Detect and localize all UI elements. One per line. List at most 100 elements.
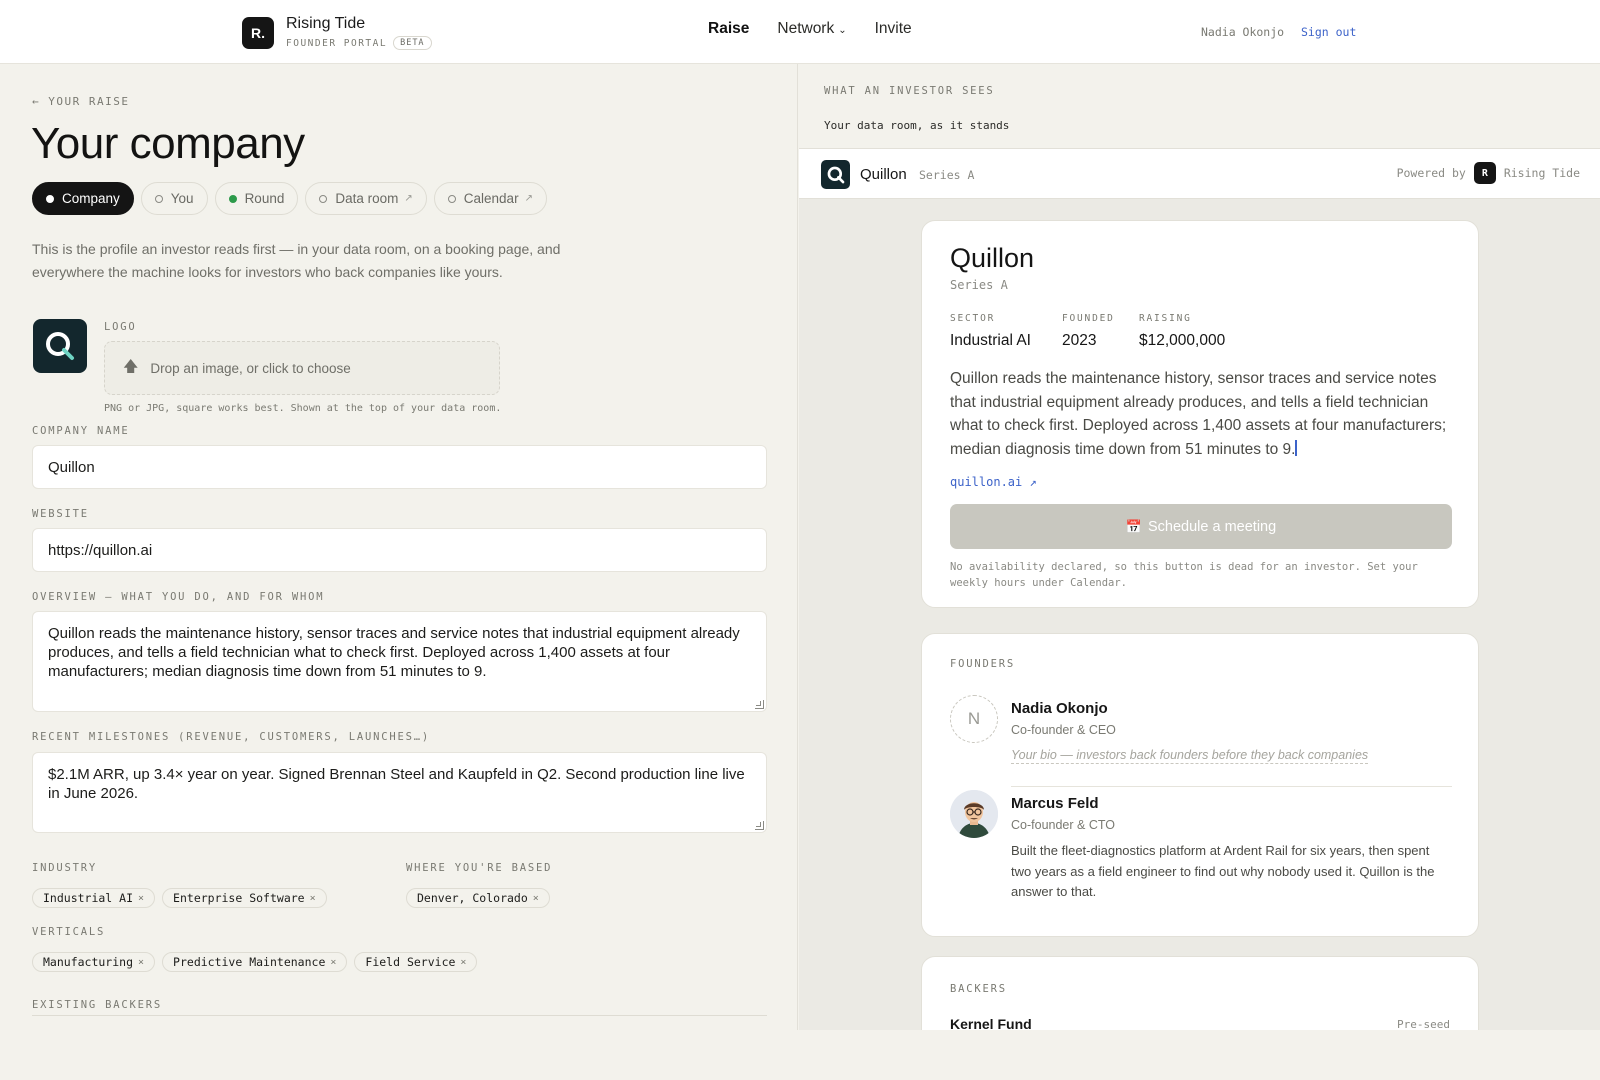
remove-icon[interactable]: × (330, 957, 336, 968)
chip: Predictive Maintenance × (162, 952, 348, 972)
powered-by-text: Powered by (1396, 166, 1466, 180)
backers-label: BACKERS (950, 983, 1007, 995)
remove-icon[interactable]: × (310, 893, 316, 904)
brand-logo-letter: R. (251, 24, 265, 41)
website-input[interactable]: https://quillon.ai (32, 528, 767, 572)
vertical-chips: Manufacturing × Predictive Maintenance × F… (32, 952, 478, 972)
website-label: WEBSITE (32, 508, 89, 520)
main-nav: Raise Network ⌄ Invite (708, 20, 912, 38)
founders-label: FOUNDERS (950, 658, 1015, 670)
avatar (950, 790, 998, 838)
status-complete-dot-icon (228, 194, 237, 203)
resize-handle-icon[interactable] (755, 700, 764, 709)
company-logo-small (821, 160, 850, 189)
founder-name: Marcus Feld (1011, 795, 1099, 812)
founder-bio-placeholder[interactable]: Your bio — investors back founders befor… (1011, 748, 1369, 764)
sign-out-link[interactable]: Sign out (1301, 25, 1356, 39)
quillon-logo-icon (827, 166, 844, 183)
tab-calendar[interactable]: Calendar ↗ (433, 182, 547, 215)
founder-bio: Built the fleet-diagnostics platform at … (1011, 843, 1435, 899)
status-circle-icon (319, 194, 328, 203)
milestones-textarea[interactable]: $2.1M ARR, up 3.4× year on year. Signed … (32, 752, 767, 833)
powered-by-name: Rising Tide (1503, 166, 1580, 180)
text-caret (1295, 439, 1298, 456)
preview-header: WHAT AN INVESTOR SEES Your data room, as… (799, 64, 1600, 148)
avatar-initial: N (967, 709, 981, 728)
chip-label: Field Service (365, 955, 456, 969)
top-bar: R. Rising Tide FOUNDER PORTAL BETA Raise… (0, 0, 1600, 64)
external-link-icon: ↗ (524, 193, 533, 204)
backer-stage: Pre-seed (1397, 1018, 1450, 1030)
nav-network[interactable]: Network ⌄ (777, 20, 846, 38)
profile-overview: Quillon reads the maintenance history, s… (950, 367, 1455, 461)
resize-handle-icon[interactable] (755, 821, 764, 830)
profile-company-name: Quillon (950, 243, 1035, 273)
company-logo-preview[interactable] (33, 319, 87, 373)
chip: Enterprise Software × (162, 888, 327, 908)
profile-overview-text: Quillon reads the maintenance history, s… (950, 370, 1447, 458)
industry-chips: Industrial AI × Enterprise Software × (32, 888, 327, 908)
logo-hint: PNG or JPG, square works best. Shown at … (104, 403, 502, 414)
tab-label: Data room (335, 191, 399, 206)
stat-value: 2023 (1062, 332, 1097, 349)
company-profile-card: Quillon Series A SECTOR Industrial AI FO… (921, 220, 1479, 608)
divider (1011, 786, 1452, 787)
brand[interactable]: R. Rising Tide FOUNDER PORTAL BETA (242, 15, 432, 50)
investor-preview-pane: WHAT AN INVESTOR SEES Your data room, as… (799, 64, 1600, 1030)
chip-label: Manufacturing (43, 955, 134, 969)
milestones-value: $2.1M ARR, up 3.4× year on year. Signed … (48, 766, 745, 802)
tab-data-room[interactable]: Data room ↗ (305, 182, 427, 215)
tab-company[interactable]: Company (32, 182, 134, 215)
company-name-label: COMPANY NAME (32, 425, 130, 437)
company-name-input[interactable]: Quillon (32, 445, 767, 489)
verticals-label: VERTICALS (32, 926, 106, 938)
remove-icon[interactable]: × (460, 957, 466, 968)
intro-text: This is the profile an investor reads fi… (32, 241, 561, 280)
industry-label: INDUSTRY (32, 862, 97, 874)
tab-round[interactable]: Round (214, 182, 299, 215)
schedule-meeting-button[interactable]: 📅 Schedule a meeting (950, 504, 1452, 549)
tab-label: You (170, 191, 194, 206)
backer-name: Kernel Fund (950, 1016, 1032, 1030)
remove-icon[interactable]: × (138, 957, 144, 968)
avatar-illustration-icon (950, 790, 998, 838)
company-website-link[interactable]: quillon.ai ↗ (950, 475, 1037, 489)
stat-founded: FOUNDED 2023 (1062, 313, 1115, 350)
calendar-icon: 📅 (1125, 518, 1142, 534)
overview-textarea[interactable]: Quillon reads the maintenance history, s… (32, 611, 767, 712)
backers-card: BACKERS Kernel Fund Pre-seed (921, 956, 1479, 1030)
founder-role: Co-founder & CEO (1011, 723, 1116, 737)
founder-item: N Nadia Okonjo Co-founder & CEO Your bio… (950, 695, 1452, 787)
breadcrumb-back-link[interactable]: ← YOUR RAISE (32, 95, 129, 108)
remove-icon[interactable]: × (138, 893, 144, 904)
data-room-bar: Quillon Series A Powered by R Rising Tid… (799, 148, 1600, 199)
profile-stage: Series A (950, 278, 1008, 292)
based-label: WHERE YOU'RE BASED (406, 862, 553, 874)
quillon-logo-icon (46, 332, 74, 360)
logo-dropzone[interactable]: 🡅 Drop an image, or click to choose (104, 341, 500, 395)
preview-section-label: WHAT AN INVESTOR SEES (824, 85, 995, 97)
rising-tide-logo-icon: R (1473, 162, 1496, 184)
stat-label: FOUNDED (1062, 313, 1115, 324)
status-dot-icon (46, 194, 54, 203)
tab-label: Company (62, 191, 120, 206)
nav-network-label: Network (777, 20, 835, 37)
chip-label: Enterprise Software (173, 891, 305, 905)
nav-invite[interactable]: Invite (875, 20, 912, 38)
chevron-down-icon: ⌄ (838, 25, 847, 36)
section-tabs: Company You Round Data room ↗ Calendar ↗ (32, 182, 547, 215)
beta-badge: BETA (393, 36, 432, 50)
remove-icon[interactable]: × (533, 893, 539, 904)
preview-section-subtitle: Your data room, as it stands (824, 119, 1010, 132)
avatar-placeholder: N (950, 695, 998, 743)
data-room-company-name: Quillon (860, 166, 907, 183)
tab-you[interactable]: You (140, 182, 208, 215)
page-title: Your company (31, 119, 305, 168)
nav-raise[interactable]: Raise (708, 20, 749, 38)
divider (32, 1015, 767, 1016)
logo-label: LOGO (104, 321, 137, 333)
founders-card: FOUNDERS N Nadia Okonjo Co-founder & CEO… (921, 633, 1479, 937)
stat-sector: SECTOR Industrial AI (950, 313, 1031, 350)
stat-label: RAISING (1139, 313, 1192, 324)
brand-logo: R. (242, 16, 274, 49)
